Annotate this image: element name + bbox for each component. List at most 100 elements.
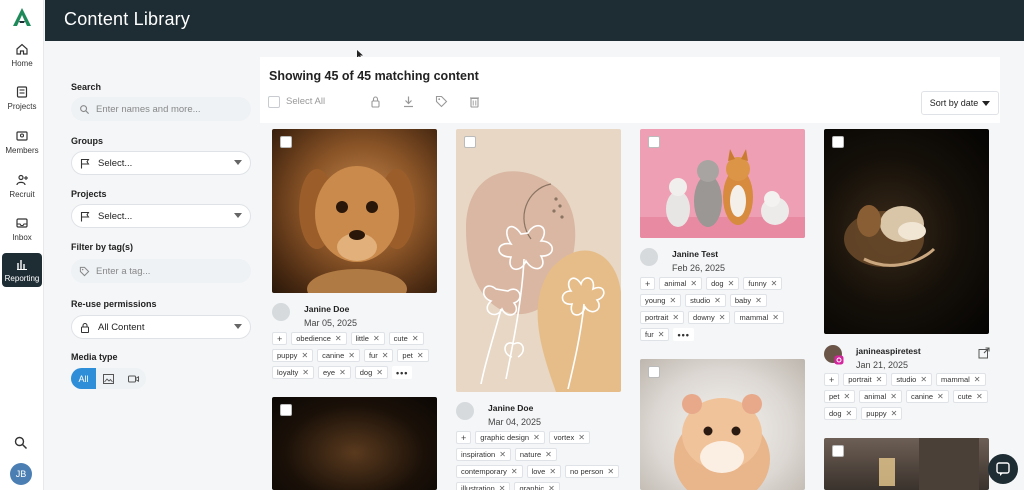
interior-photo [879,438,979,490]
close-icon[interactable]: ✕ [549,467,556,476]
content-thumbnail[interactable] [824,129,989,334]
content-thumbnail[interactable] [272,397,437,490]
close-icon[interactable]: ✕ [499,484,506,490]
close-icon[interactable]: ✕ [690,279,697,288]
author-name[interactable]: Janine Doe [304,304,349,314]
close-icon[interactable]: ✕ [755,296,762,305]
close-icon[interactable]: ✕ [417,351,424,360]
tag-icon[interactable] [435,95,448,108]
select-all-label[interactable]: Select All [286,96,325,107]
chat-widget-button[interactable] [988,454,1018,484]
tag-label: eye [322,368,336,377]
select-checkbox[interactable] [832,445,844,457]
author-name[interactable]: Janine Doe [488,403,533,413]
projects-select[interactable]: Select... [71,204,251,228]
search-icon[interactable] [13,435,29,451]
close-icon[interactable]: ✕ [533,433,540,442]
close-icon[interactable]: ✕ [719,313,726,322]
media-all-button[interactable]: All [71,368,96,389]
add-tag-button[interactable]: + [640,277,656,290]
close-icon[interactable]: ✕ [301,351,308,360]
close-icon[interactable]: ✕ [548,484,555,490]
media-image-button[interactable] [96,368,121,389]
more-tags-button[interactable]: ••• [391,366,413,379]
close-icon[interactable]: ✕ [771,279,778,288]
close-icon[interactable]: ✕ [376,368,383,377]
reuse-select[interactable]: All Content [71,315,251,339]
close-icon[interactable]: ✕ [302,368,309,377]
close-icon[interactable]: ✕ [772,313,779,322]
close-icon[interactable]: ✕ [714,296,721,305]
content-thumbnail[interactable] [456,129,621,392]
aspire-logo-icon[interactable] [11,6,33,28]
close-icon[interactable]: ✕ [335,334,342,343]
lock-icon[interactable] [369,95,382,108]
author-name[interactable]: janineaspiretest [856,346,921,356]
more-tags-button[interactable]: ••• [673,328,694,341]
tag-chip: studio ✕ [685,294,726,307]
close-icon[interactable]: ✕ [846,409,853,418]
nav-recruit[interactable]: Recruit [2,169,42,203]
groups-select[interactable]: Select... [71,151,251,175]
add-tag-button[interactable]: + [272,332,288,345]
nav-reporting[interactable]: Reporting [2,253,42,287]
tag-chip: puppy ✕ [861,407,903,420]
select-all-checkbox[interactable] [268,95,280,108]
close-icon[interactable]: ✕ [891,409,898,418]
tag-label: studio [690,296,711,305]
external-link-icon[interactable] [978,347,990,359]
close-icon[interactable]: ✕ [373,334,380,343]
nav-home[interactable]: Home [2,38,42,72]
nav-projects[interactable]: Projects [2,81,42,115]
tags-filter-label: Filter by tag(s) [71,242,134,252]
close-icon[interactable]: ✕ [511,467,518,476]
select-checkbox[interactable] [648,366,660,378]
select-checkbox[interactable] [280,404,292,416]
media-video-button[interactable] [121,368,146,389]
trash-icon[interactable] [468,95,481,108]
add-tag-button[interactable]: + [824,373,840,386]
nav-members[interactable]: Members [2,125,42,159]
tag-chip: young ✕ [640,294,682,307]
select-checkbox[interactable] [648,136,660,148]
close-icon[interactable]: ✕ [545,450,552,459]
close-icon[interactable]: ✕ [658,330,665,339]
tag-label: canine [322,351,345,360]
select-checkbox[interactable] [280,136,292,148]
close-icon[interactable]: ✕ [499,450,506,459]
close-icon[interactable]: ✕ [728,279,735,288]
close-icon[interactable]: ✕ [607,467,614,476]
close-icon[interactable]: ✕ [669,296,676,305]
close-icon[interactable]: ✕ [382,351,389,360]
close-icon[interactable]: ✕ [578,433,585,442]
close-icon[interactable]: ✕ [890,392,897,401]
select-checkbox[interactable] [464,136,476,148]
close-icon[interactable]: ✕ [920,375,927,384]
close-icon[interactable]: ✕ [937,392,944,401]
post-date: Mar 05, 2025 [304,318,358,328]
content-thumbnail[interactable] [272,129,437,293]
close-icon[interactable]: ✕ [339,368,346,377]
results-toolbar: Showing 45 of 45 matching content Select… [260,57,1000,123]
select-checkbox[interactable] [832,136,844,148]
close-icon[interactable]: ✕ [348,351,355,360]
download-icon[interactable] [402,95,415,108]
nav-inbox[interactable]: Inbox [2,212,42,246]
tag-label: graphic design [480,433,530,442]
user-avatar[interactable]: JB [10,463,32,485]
close-icon[interactable]: ✕ [974,375,981,384]
close-icon[interactable]: ✕ [672,313,679,322]
search-input[interactable]: Enter names and more... [71,97,251,121]
tags-filter-input[interactable]: Enter a tag... [71,259,251,283]
sort-dropdown[interactable]: Sort by date [921,91,999,115]
content-thumbnail[interactable] [640,359,805,490]
author-name[interactable]: Janine Test [672,249,718,259]
content-thumbnail[interactable] [824,438,989,490]
close-icon[interactable]: ✕ [843,392,850,401]
content-thumbnail[interactable] [640,129,805,238]
add-tag-button[interactable]: + [456,431,472,444]
close-icon[interactable]: ✕ [976,392,983,401]
close-icon[interactable]: ✕ [412,334,419,343]
tag-chip: little ✕ [350,332,385,345]
close-icon[interactable]: ✕ [876,375,883,384]
